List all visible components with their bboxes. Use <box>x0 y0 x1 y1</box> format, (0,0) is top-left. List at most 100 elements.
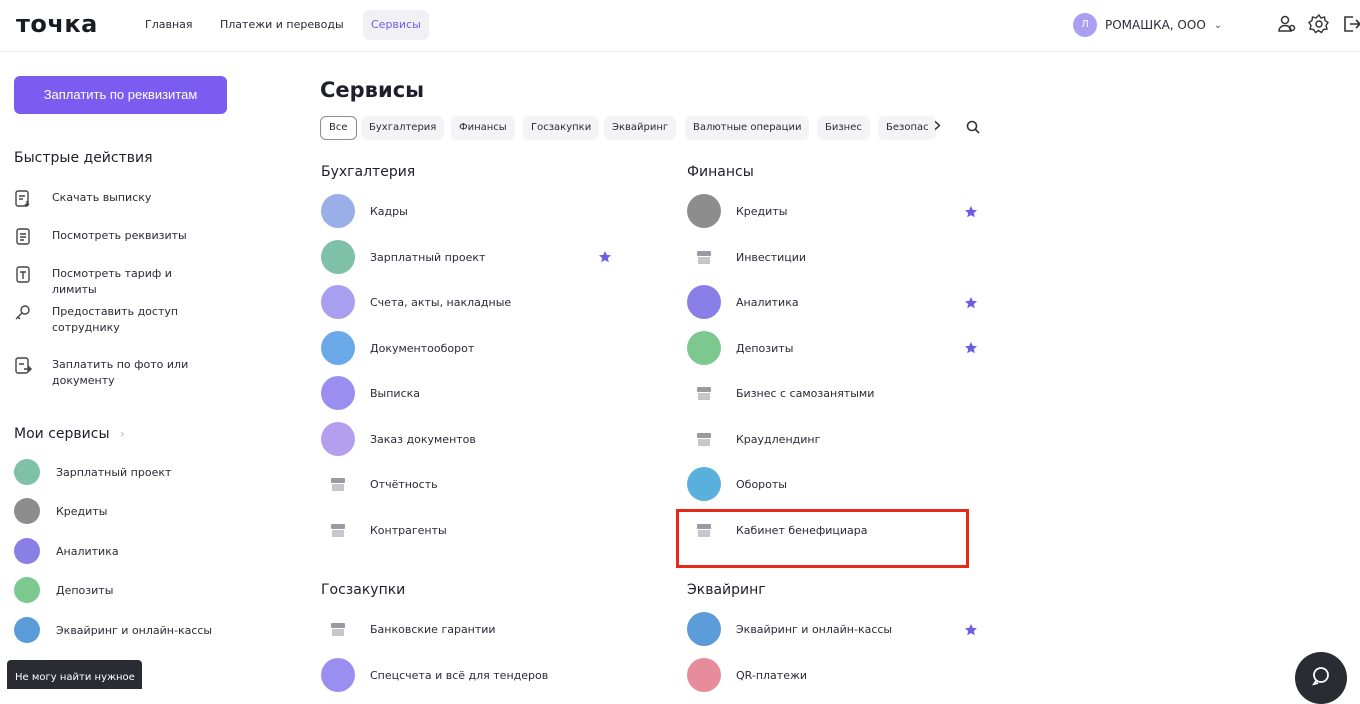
analytics-icon <box>687 285 721 319</box>
service-label: Отчётность <box>370 477 438 491</box>
filter-accounting[interactable]: Бухгалтерия <box>361 116 445 140</box>
quick-action-grant-access[interactable]: Предоставить доступ сотруднику <box>14 304 202 336</box>
store-icon <box>331 524 345 537</box>
service-counterparties[interactable]: Контрагенты <box>321 513 447 547</box>
store-icon <box>697 387 711 400</box>
quick-action-view-details[interactable]: Посмотреть реквизиты <box>14 228 202 246</box>
users-icon[interactable] <box>1276 13 1298 35</box>
nav-payments[interactable]: Платежи и переводы <box>212 10 352 40</box>
service-turnover[interactable]: Обороты <box>687 467 787 501</box>
details-icon <box>16 228 30 245</box>
service-investments[interactable]: Инвестиции <box>687 240 806 274</box>
help-toast[interactable]: Не могу найти нужное <box>7 660 142 689</box>
my-service-deposits[interactable]: Депозиты <box>14 577 113 603</box>
filter-security[interactable]: Безопас <box>878 116 936 140</box>
pay-by-details-button[interactable]: Заплатить по реквизитам <box>14 76 227 114</box>
star-icon[interactable] <box>964 623 978 637</box>
service-qr-payments[interactable]: QR-платежи <box>687 658 807 692</box>
service-label: Инвестиции <box>736 250 807 264</box>
store-icon <box>331 623 345 636</box>
quick-action-label: Скачать выписку <box>52 191 152 204</box>
service-label: Спецсчета и всё для тендеров <box>370 668 549 682</box>
service-label: Банковские гарантии <box>370 622 496 636</box>
service-label: Обороты <box>736 477 787 491</box>
highlight-box <box>676 509 969 568</box>
star-icon[interactable] <box>964 296 978 310</box>
service-analytics[interactable]: Аналитика <box>687 285 799 319</box>
quick-action-view-tariff[interactable]: Посмотреть тариф и лимиты <box>14 266 202 298</box>
service-crowdlending[interactable]: Краудлендинг <box>687 422 820 456</box>
service-label: Выписка <box>370 386 421 400</box>
salary-project-icon <box>14 459 40 485</box>
service-label: Кадры <box>370 204 408 218</box>
service-bank-guarantees[interactable]: Банковские гарантии <box>321 612 496 646</box>
logout-icon[interactable] <box>1340 13 1360 35</box>
my-services-title[interactable]: Мои сервисы › <box>14 426 125 442</box>
filter-currency[interactable]: Валютные операции <box>685 116 810 140</box>
my-service-label: Эквайринг и онлайн-кассы <box>56 623 213 637</box>
service-acquiring[interactable]: Эквайринг и онлайн-кассы <box>687 612 892 646</box>
filter-goszakupki[interactable]: Госзакупки <box>523 116 600 140</box>
chevron-down-icon: ⌄ <box>1213 19 1223 31</box>
star-icon[interactable] <box>598 250 612 264</box>
nav-services[interactable]: Сервисы <box>363 10 429 40</box>
star-icon[interactable] <box>964 205 978 219</box>
deposits-icon <box>687 331 721 365</box>
page-title: Сервисы <box>320 78 425 102</box>
service-reporting[interactable]: Отчётность <box>321 467 438 501</box>
chat-icon <box>1311 667 1329 686</box>
my-service-label: Кредиты <box>56 504 108 518</box>
service-tender-accounts[interactable]: Спецсчета и всё для тендеров <box>321 658 548 692</box>
service-label: Бизнес с самозанятыми <box>736 386 875 400</box>
category-finance-title: Финансы <box>687 164 754 180</box>
gear-icon[interactable] <box>1308 13 1330 35</box>
my-service-acquiring[interactable]: Эквайринг и онлайн-кассы <box>14 617 212 643</box>
service-self-employed[interactable]: Бизнес с самозанятыми <box>687 376 874 410</box>
search-icon[interactable] <box>965 119 981 135</box>
filter-business[interactable]: Бизнес <box>817 116 870 140</box>
filter-finance[interactable]: Финансы <box>451 116 515 140</box>
invoices-icon <box>321 285 355 319</box>
company-name: РОМАШКА, ООО <box>1105 18 1206 32</box>
company-switcher[interactable]: Л РОМАШКА, ООО ⌄ <box>1073 12 1222 38</box>
my-service-credits[interactable]: Кредиты <box>14 498 107 524</box>
filter-acquiring[interactable]: Эквайринг <box>604 116 677 140</box>
my-service-analytics[interactable]: Аналитика <box>14 538 119 564</box>
filter-all[interactable]: Все <box>320 116 357 140</box>
service-hr[interactable]: Кадры <box>321 194 408 228</box>
service-credits[interactable]: Кредиты <box>687 194 787 228</box>
category-goszakupki-title: Госзакупки <box>321 582 406 598</box>
quick-action-label: Посмотреть реквизиты <box>52 229 187 242</box>
service-label: Эквайринг и онлайн-кассы <box>736 622 893 636</box>
service-order-documents[interactable]: Заказ документов <box>321 422 476 456</box>
quick-actions-title: Быстрые действия <box>14 150 153 166</box>
service-label: Депозиты <box>736 341 794 355</box>
service-label: Контрагенты <box>370 523 447 537</box>
top-bar: точка Главная Платежи и переводы Сервисы… <box>0 0 1360 52</box>
nav-home[interactable]: Главная <box>137 10 201 40</box>
quick-action-download-statement[interactable]: Скачать выписку <box>14 190 202 208</box>
service-statement[interactable]: Выписка <box>321 376 420 410</box>
photo-pay-icon <box>15 357 32 374</box>
service-edo[interactable]: Документооборот <box>321 331 474 365</box>
service-salary-project[interactable]: Зарплатный проект <box>321 240 485 274</box>
service-label: Заказ документов <box>370 432 476 446</box>
my-service-salary[interactable]: Зарплатный проект <box>14 459 171 485</box>
service-invoices[interactable]: Счета, акты, накладные <box>321 285 511 319</box>
logo[interactable]: точка <box>16 10 98 38</box>
chevron-right-icon[interactable]: › <box>933 112 942 140</box>
quick-action-pay-by-photo[interactable]: Заплатить по фото или документу <box>14 357 202 389</box>
service-label: Кредиты <box>736 204 788 218</box>
store-icon <box>697 433 711 446</box>
service-label: Зарплатный проект <box>370 250 486 264</box>
chat-button[interactable] <box>1295 652 1347 704</box>
deposits-icon <box>14 577 40 603</box>
turnover-icon <box>687 467 721 501</box>
service-deposits[interactable]: Депозиты <box>687 331 793 365</box>
category-accounting-title: Бухгалтерия <box>321 164 416 180</box>
store-icon <box>331 478 345 491</box>
star-icon[interactable] <box>964 341 978 355</box>
acquiring-icon <box>14 617 40 643</box>
store-icon <box>697 251 711 264</box>
tariff-icon <box>16 266 30 283</box>
